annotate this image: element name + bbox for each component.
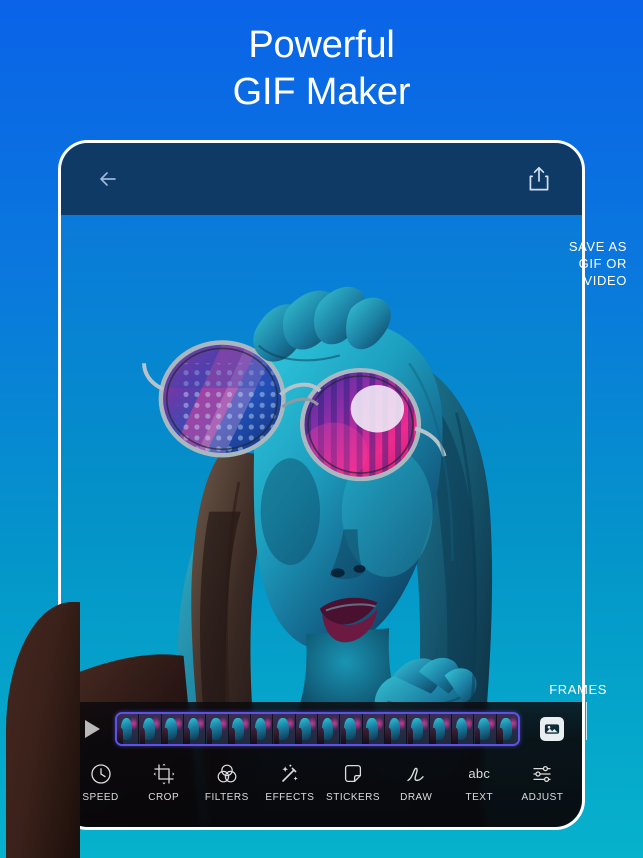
play-triangle-icon [84,720,100,738]
editor-panel: SPEED CROP FILTERS EFFECTS STICKERS DRAW abc TE… [61,702,582,827]
timeline-frame[interactable] [228,714,251,744]
frames-callout-leader-line [586,702,587,740]
arrow-left-icon [100,172,116,186]
crop-icon [153,763,175,785]
tool-label: STICKERS [326,792,381,803]
magic-wand-icon [279,763,301,785]
tool-label: SPEED [82,792,119,803]
tool-adjust[interactable]: ADJUST [511,759,574,803]
timeline-frame[interactable] [250,714,274,744]
filters-circles-icon [216,763,238,785]
frame-arm [497,727,503,744]
app-top-bar [61,143,582,215]
timeline-row [61,702,582,756]
frame-arm [318,727,324,744]
clock-icon [90,763,112,785]
frames-image-icon [544,724,560,734]
timeline-frame[interactable] [317,714,341,744]
timeline-frame[interactable] [474,714,497,744]
back-button[interactable] [91,162,125,196]
tool-label: TEXT [465,792,494,803]
nostril-left [330,568,345,578]
tool-row: SPEED CROP FILTERS EFFECTS STICKERS DRAW abc TE… [61,759,582,821]
frame-arm [206,727,213,744]
frame-arm [296,727,302,744]
frame-arm [162,727,168,744]
tool-label: CROP [148,792,180,803]
frames-callout-label: FRAMES [549,682,607,697]
timeline-frame[interactable] [139,714,162,744]
nostril-right [353,564,366,573]
timeline-frame[interactable] [117,714,140,744]
tool-draw[interactable]: DRAW [385,759,448,803]
abc-glyph: abc [468,766,491,781]
timeline-frame[interactable] [273,714,296,744]
tool-label: EFFECTS [265,792,315,803]
tool-label: DRAW [400,792,433,803]
abc-text-icon: abc [468,763,490,785]
photo-bleed-left [0,592,80,858]
sliders-icon [531,763,553,785]
tool-label: FILTERS [204,792,249,803]
frame-arm [407,727,414,744]
subject-shoulder [6,602,80,858]
timeline-frame[interactable] [407,714,430,744]
share-upload-icon [529,166,549,191]
tool-effects[interactable]: EFFECTS [258,759,321,803]
save-callout-label: SAVE AS GIF OR VIDEO [568,239,627,288]
timeline-frame[interactable] [161,714,184,744]
tool-text[interactable]: abc TEXT [448,759,511,803]
frame-arm [474,727,481,744]
frame-arm [363,727,369,744]
timeline-frame[interactable] [362,714,385,744]
phone-screen: SPEED CROP FILTERS EFFECTS STICKERS DRAW abc TE… [61,143,582,827]
frame-arm [430,727,436,744]
timeline-frame[interactable] [429,714,452,744]
tool-stickers[interactable]: STICKERS [322,759,385,803]
frame-arm [184,727,190,744]
frames-button[interactable] [540,717,564,741]
share-export-button[interactable] [522,162,556,196]
timeline-frame[interactable] [183,714,207,744]
timeline-frame[interactable] [451,714,475,744]
filmstrip[interactable] [115,712,520,746]
frame-arm [273,727,280,744]
tool-filters[interactable]: FILTERS [195,759,258,803]
frame-arm [452,727,458,744]
timeline-frame[interactable] [206,714,229,744]
phone-mockup: SPEED CROP FILTERS EFFECTS STICKERS DRAW abc TE… [58,140,585,830]
frame-arm [251,727,257,744]
timeline-frame[interactable] [496,714,518,744]
frame-arm [117,727,123,744]
tool-crop[interactable]: CROP [132,759,195,803]
frame-arm [340,727,347,744]
play-button[interactable] [79,716,105,742]
frame-arm [385,727,391,744]
tool-label: ADJUST [521,792,564,803]
timeline-frame[interactable] [295,714,318,744]
frame-arm [139,727,146,744]
save-callout-leader-line [584,196,585,234]
timeline-frame[interactable] [340,714,363,744]
page-title: Powerful GIF Maker [232,24,411,113]
frame-arm [229,727,235,744]
promo-screenshot: Powerful GIF Maker SPEED CROP FILTERS EF… [0,0,643,858]
photo-canvas[interactable]: SPEED CROP FILTERS EFFECTS STICKERS DRAW abc TE… [61,215,582,827]
draw-squiggle-icon [405,763,427,785]
sticker-icon [342,763,364,785]
timeline-frame[interactable] [384,714,408,744]
